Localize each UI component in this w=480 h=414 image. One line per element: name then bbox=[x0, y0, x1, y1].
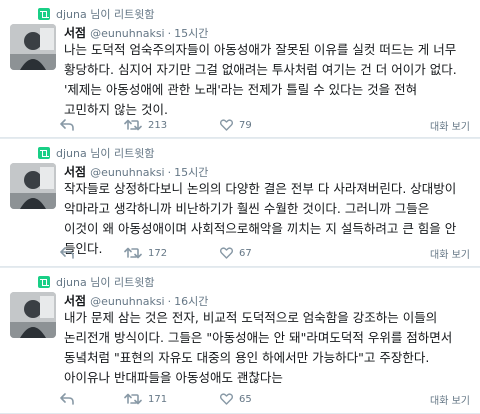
reply-button[interactable] bbox=[60, 247, 124, 259]
retweet-context: djuna 님이 리트윗함 bbox=[38, 145, 154, 161]
like-button[interactable]: 67 bbox=[220, 247, 252, 259]
retweet-button[interactable]: 172 bbox=[124, 247, 220, 259]
like-button[interactable]: 65 bbox=[220, 393, 252, 405]
tweet-card[interactable]: djuna 님이 리트윗함 서점 @eunuhnaksi · 16시간 내가 문… bbox=[0, 268, 480, 414]
retweet-count: 213 bbox=[148, 119, 168, 131]
reply-icon bbox=[60, 393, 74, 405]
tweet-header: 서점 @eunuhnaksi · 15시간 bbox=[64, 24, 208, 40]
tweet-text: 나는 도덕적 엄숙주의자들이 아동성애가 잘못된 이유를 실컷 떠드는 게 너무… bbox=[64, 42, 457, 117]
separator-dot: · bbox=[167, 166, 172, 179]
retweet-icon bbox=[124, 393, 142, 405]
retweeted-by-label: djuna 님이 리트윗함 bbox=[56, 276, 155, 289]
timestamp[interactable]: 15시간 bbox=[174, 25, 208, 41]
timestamp[interactable]: 16시간 bbox=[174, 293, 208, 309]
like-count: 65 bbox=[239, 393, 252, 405]
reply-icon bbox=[60, 119, 74, 131]
heart-icon bbox=[220, 247, 233, 259]
user-handle[interactable]: @eunuhnaksi bbox=[90, 27, 165, 40]
heart-icon bbox=[220, 393, 233, 405]
tweet-text: 내가 문제 삼는 것은 전자, 비교적 도덕적으로 엄숙함을 강조하는 이들의 … bbox=[64, 310, 453, 385]
display-name[interactable]: 서점 bbox=[64, 24, 86, 41]
view-conversation-link[interactable]: 대화 보기 bbox=[430, 116, 470, 134]
reply-button[interactable] bbox=[60, 393, 124, 405]
retweet-icon bbox=[124, 119, 142, 131]
display-name[interactable]: 서점 bbox=[64, 163, 86, 180]
tweet-actions: 171 65 bbox=[60, 390, 252, 408]
avatar-photo bbox=[10, 163, 56, 209]
view-conversation-link[interactable]: 대화 보기 bbox=[430, 244, 470, 262]
like-count: 79 bbox=[239, 119, 252, 131]
reply-icon bbox=[60, 247, 74, 259]
tweet-header: 서점 @eunuhnaksi · 15시간 bbox=[64, 163, 208, 179]
retweet-icon bbox=[124, 247, 142, 259]
separator-dot: · bbox=[167, 295, 172, 308]
display-name[interactable]: 서점 bbox=[64, 292, 86, 309]
tweet-header: 서점 @eunuhnaksi · 16시간 bbox=[64, 292, 208, 308]
tweet-card[interactable]: djuna 님이 리트윗함 서점 @eunuhnaksi · 15시간 작자들로… bbox=[0, 139, 480, 267]
view-conversation-link[interactable]: 대화 보기 bbox=[430, 390, 470, 408]
user-handle[interactable]: @eunuhnaksi bbox=[90, 295, 165, 308]
retweet-badge-icon bbox=[38, 8, 50, 20]
like-button[interactable]: 79 bbox=[220, 119, 252, 131]
tweet-actions: 172 67 bbox=[60, 244, 252, 262]
user-handle[interactable]: @eunuhnaksi bbox=[90, 166, 165, 179]
heart-icon bbox=[220, 119, 233, 131]
retweet-count: 172 bbox=[148, 247, 168, 259]
retweeted-by-label: djuna 님이 리트윗함 bbox=[56, 147, 155, 160]
tweet-card[interactable]: djuna 님이 리트윗함 서점 @eunuhnaksi · 15시간 나는 도… bbox=[0, 0, 480, 138]
tweet-actions: 213 79 bbox=[60, 116, 252, 134]
avatar[interactable] bbox=[10, 163, 56, 209]
retweet-badge-icon bbox=[38, 147, 50, 159]
retweet-count: 171 bbox=[148, 393, 168, 405]
like-count: 67 bbox=[239, 247, 252, 259]
retweeted-by-label: djuna 님이 리트윗함 bbox=[56, 8, 155, 21]
avatar[interactable] bbox=[10, 24, 56, 70]
separator-dot: · bbox=[167, 27, 172, 40]
timestamp[interactable]: 15시간 bbox=[174, 164, 208, 180]
retweet-button[interactable]: 171 bbox=[124, 393, 220, 405]
retweet-badge-icon bbox=[38, 276, 50, 288]
retweet-context: djuna 님이 리트윗함 bbox=[38, 6, 154, 22]
avatar-photo bbox=[10, 292, 56, 338]
avatar-photo bbox=[10, 24, 56, 70]
reply-button[interactable] bbox=[60, 119, 124, 131]
avatar[interactable] bbox=[10, 292, 56, 338]
retweet-button[interactable]: 213 bbox=[124, 119, 220, 131]
retweet-context: djuna 님이 리트윗함 bbox=[38, 274, 154, 290]
